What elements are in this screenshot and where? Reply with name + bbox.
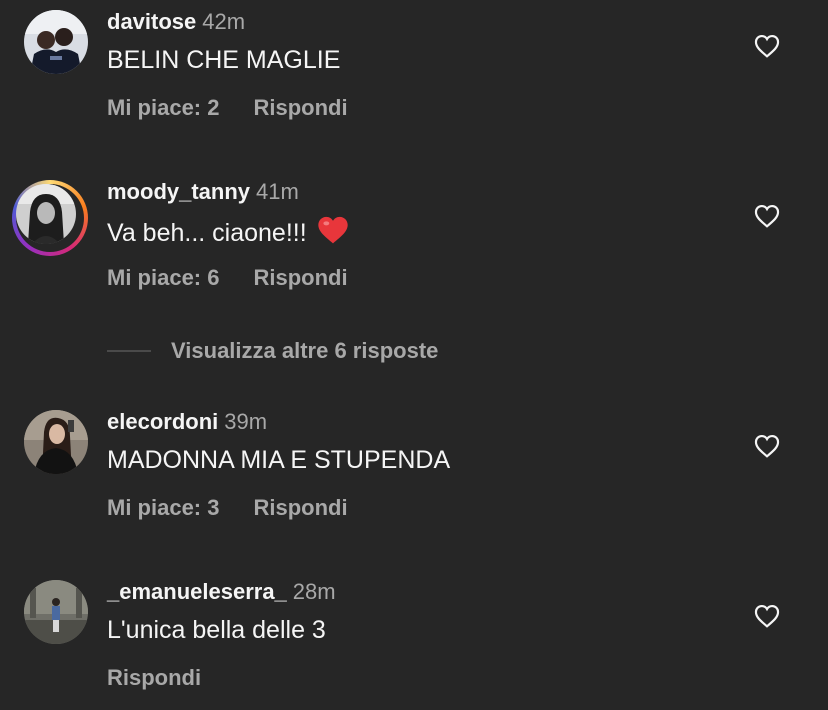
comment-item: moody_tanny 41m Va beh... ciaone!!! Mi pi… — [0, 170, 828, 310]
comment-username[interactable]: _emanueleserra_ — [107, 579, 287, 604]
avatar[interactable] — [24, 580, 88, 644]
comment-item: _emanueleserra_ 28m L'unica bella delle 3… — [0, 570, 828, 710]
heart-icon[interactable] — [754, 604, 780, 628]
avatar[interactable] — [12, 180, 88, 256]
comment-time: 39m — [224, 409, 268, 434]
likes-count[interactable]: Mi piace: 2 — [107, 95, 219, 120]
comment-item: davitose 42m BELIN CHE MAGLIE Mi piace: 2… — [0, 0, 828, 140]
avatar[interactable] — [24, 410, 88, 474]
reply-button[interactable]: Rispondi — [253, 495, 347, 520]
comment-text: Va beh... ciaone!!! — [107, 215, 349, 252]
comment-username[interactable]: davitose — [107, 9, 196, 34]
avatar[interactable] — [24, 10, 88, 74]
likes-count[interactable]: Mi piace: 6 — [107, 265, 219, 290]
avatar-photo — [16, 184, 76, 244]
divider-line — [107, 350, 151, 352]
comment-text: MADONNA MIA E STUPENDA — [107, 446, 451, 474]
reply-button[interactable]: Rispondi — [253, 95, 347, 120]
reply-button[interactable]: Rispondi — [107, 665, 201, 690]
view-more-replies-label[interactable]: Visualizza altre 6 risposte — [171, 337, 438, 365]
comment-username[interactable]: elecordoni — [107, 409, 218, 434]
heart-icon[interactable] — [754, 434, 780, 458]
comment-time: 28m — [292, 579, 336, 604]
comment-time: 41m — [256, 179, 299, 204]
comment-text-content: Va beh... ciaone!!! — [107, 219, 307, 247]
comment-text: L'unica bella delle 3 — [107, 616, 326, 644]
red-heart-icon — [317, 215, 349, 252]
comment-username[interactable]: moody_tanny — [107, 179, 250, 204]
reply-button[interactable]: Rispondi — [253, 265, 347, 290]
heart-icon[interactable] — [754, 204, 780, 228]
heart-icon[interactable] — [754, 34, 780, 58]
likes-count[interactable]: Mi piace: 3 — [107, 495, 219, 520]
comment-item: elecordoni 39m MADONNA MIA E STUPENDA Mi … — [0, 400, 828, 540]
comment-time: 42m — [202, 9, 246, 34]
comment-text: BELIN CHE MAGLIE — [107, 46, 341, 74]
